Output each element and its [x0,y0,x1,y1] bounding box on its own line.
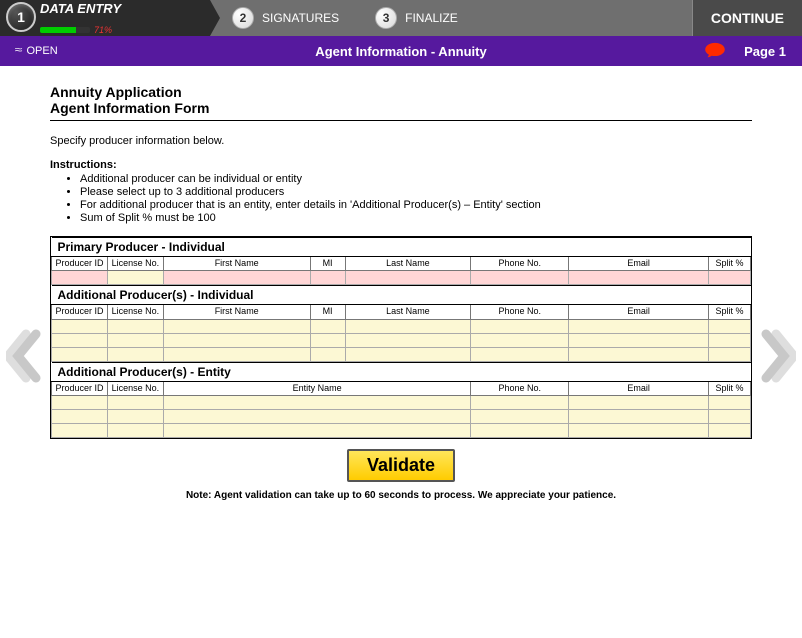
section-title-primary: Primary Producer - Individual [52,238,751,257]
col-header: License No. [107,381,163,395]
col-header: Last Name [345,305,471,319]
form-title: Annuity Application Agent Information Fo… [50,84,752,121]
col-header: Split % [709,257,751,271]
validate-button[interactable]: Validate [347,449,455,482]
open-toggle[interactable]: ≈ OPEN [16,45,58,57]
col-header: Email [569,381,709,395]
chat-icon[interactable] [704,42,726,61]
step-label-3: FINALIZE [405,11,458,25]
col-header: First Name [163,305,310,319]
content-area: Annuity Application Agent Information Fo… [0,66,802,511]
step-signatures[interactable]: 2 SIGNATURES [210,0,353,36]
instruction-item: Additional producer can be individual or… [80,173,752,185]
table-row[interactable] [52,410,751,424]
col-header: Split % [709,381,751,395]
col-header: Phone No. [471,257,569,271]
col-header: Producer ID [52,381,108,395]
subheader-bar: ≈ OPEN Agent Information - Annuity Page … [0,36,802,66]
progress-bar [40,27,90,33]
col-header: MI [310,305,345,319]
col-header: First Name [163,257,310,271]
step-data-entry[interactable]: 1 DATA ENTRY 71% [0,0,210,36]
instruction-item: Please select up to 3 additional produce… [80,186,752,198]
table-row[interactable] [52,333,751,347]
form-title-line2: Agent Information Form [50,100,752,116]
intro-text: Specify producer information below. [50,135,752,147]
col-header: Phone No. [471,305,569,319]
table-row[interactable] [52,347,751,361]
app-root: 1 DATA ENTRY 71% 2 SIGNATURES 3 FINALIZE… [0,0,802,638]
col-header: MI [310,257,345,271]
page-indicator: Page 1 [744,44,786,59]
open-label: OPEN [27,45,58,57]
step-finalize[interactable]: 3 FINALIZE [353,0,472,36]
section-title-add-ind: Additional Producer(s) - Individual [52,286,751,305]
next-page-arrow[interactable] [756,326,796,386]
instruction-item: Sum of Split % must be 100 [80,212,752,224]
col-header: Entity Name [163,381,471,395]
validate-wrap: Validate [50,449,752,482]
form-area: Annuity Application Agent Information Fo… [50,84,752,501]
progress-text: 71% [94,25,112,35]
instructions-list: Additional producer can be individual or… [50,173,752,224]
col-header: Phone No. [471,381,569,395]
step-progress: 71% [40,25,112,35]
instruction-item: For additional producer that is an entit… [80,199,752,211]
col-header: License No. [107,305,163,319]
step-number-1: 1 [6,2,36,32]
tables-container: Primary Producer - Individual Producer I… [50,236,752,439]
col-header: License No. [107,257,163,271]
validation-note: Note: Agent validation can take up to 60… [50,490,752,501]
additional-individual-table: Additional Producer(s) - Individual Prod… [51,285,751,361]
col-header: Split % [709,305,751,319]
col-header: Email [569,305,709,319]
table-row[interactable] [52,271,751,285]
additional-entity-table: Additional Producer(s) - Entity Producer… [51,362,751,438]
table-row[interactable] [52,424,751,438]
table-row[interactable] [52,396,751,410]
section-title-add-ent: Additional Producer(s) - Entity [52,362,751,381]
primary-producer-table: Primary Producer - Individual Producer I… [51,237,751,285]
prev-page-arrow[interactable] [6,326,46,386]
continue-button[interactable]: CONTINUE [692,0,802,36]
progress-fill [40,27,76,33]
expand-icon: ≈ [15,46,23,56]
page-title: Agent Information - Annuity [315,44,486,59]
col-header: Producer ID [52,257,108,271]
step-label-2: SIGNATURES [262,11,339,25]
step-label-1: DATA ENTRY [40,2,121,15]
col-header: Last Name [345,257,471,271]
instructions-heading: Instructions: [50,159,752,171]
table-row[interactable] [52,319,751,333]
stepper-bar: 1 DATA ENTRY 71% 2 SIGNATURES 3 FINALIZE… [0,0,802,36]
form-title-line1: Annuity Application [50,84,182,100]
step-number-3: 3 [375,7,397,29]
col-header: Email [569,257,709,271]
step-number-2: 2 [232,7,254,29]
col-header: Producer ID [52,305,108,319]
